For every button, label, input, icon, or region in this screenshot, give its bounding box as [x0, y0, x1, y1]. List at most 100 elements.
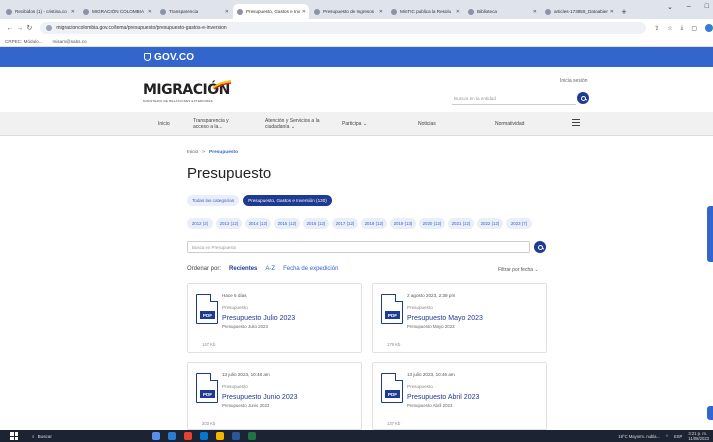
weather-status[interactable]: 19°C Mayorm. nubla...	[618, 434, 660, 439]
site-info-icon[interactable]	[46, 25, 53, 31]
browser-tab[interactable]: articles-173859_Datoabier ✕	[541, 4, 617, 19]
bookmark-star-icon[interactable]: ☆	[667, 25, 672, 32]
chrome-icon[interactable]	[183, 432, 192, 440]
close-tab-icon[interactable]: ✕	[71, 9, 75, 15]
browser-tab[interactable]: Biblioteca ✕	[464, 4, 540, 19]
edge-icon[interactable]	[199, 432, 208, 440]
sort-fecha[interactable]: Fecha de expedición	[283, 266, 338, 272]
filter-by-date-dropdown[interactable]: Filtrar por fecha ⌄	[498, 267, 539, 273]
favicon-icon	[160, 8, 166, 15]
document-card[interactable]: PDF 13 julio 2023, 10:46 am Presupuesto …	[372, 362, 547, 430]
login-link[interactable]: Inicia sesión	[560, 78, 588, 84]
card-title[interactable]: Presupuesto Abril 2023	[407, 394, 479, 401]
year-chip[interactable]: 2022 (12)	[477, 218, 503, 229]
year-chip[interactable]: 2015 (12)	[274, 218, 300, 229]
url-field[interactable]: migracioncolombia.gov.co/tema/presupuest…	[40, 22, 647, 34]
address-bar: ← → ↻ migracioncolombia.gov.co/tema/pres…	[0, 19, 713, 37]
profile-avatar[interactable]	[704, 24, 713, 32]
forward-icon[interactable]: →	[15, 25, 25, 32]
document-card[interactable]: PDF 13 julio 2023, 10:48 am Presupuesto …	[187, 362, 362, 430]
file-explorer-icon[interactable]	[215, 432, 224, 440]
close-tab-icon[interactable]: ✕	[610, 9, 614, 15]
new-tab-button[interactable]: +	[618, 4, 630, 19]
year-chip[interactable]: 2013 (12)	[216, 218, 242, 229]
year-chip[interactable]: 2018 (12)	[361, 218, 387, 229]
windows-start-icon[interactable]	[10, 432, 18, 440]
nav-item-normatividad[interactable]: Normatividad	[495, 121, 524, 127]
browser-tab[interactable]: Recibidos (1) - cristina.co ✕	[2, 4, 78, 19]
task-view-icon[interactable]	[151, 432, 160, 440]
clock[interactable]: 3:21 p. m. 11/08/2023	[688, 431, 709, 441]
main-nav: Inicio Transparencia y acceso a la... At…	[0, 112, 713, 136]
close-tab-icon[interactable]: ✕	[148, 9, 152, 15]
card-title[interactable]: Presupuesto Junio 2023	[222, 394, 298, 401]
card-title[interactable]: Presupuesto Mayo 2023	[407, 315, 483, 322]
word-icon[interactable]	[231, 432, 240, 440]
sort-recientes[interactable]: Recientes	[229, 266, 257, 272]
year-chip[interactable]: 2012 (2)	[187, 218, 213, 229]
site-search-input[interactable]: Buscar en la entidad	[452, 92, 576, 105]
year-chip[interactable]: 2020 (12)	[419, 218, 445, 229]
pdf-badge: PDF	[200, 390, 215, 398]
year-chip[interactable]: 2023 (7)	[506, 218, 532, 229]
browser-tab-strip: Recibidos (1) - cristina.co ✕ MIGRACIÓN C…	[0, 0, 713, 19]
browser-tab[interactable]: Transparencia ✕	[156, 4, 232, 19]
nav-item-noticias[interactable]: Noticias	[418, 121, 436, 127]
breadcrumb-home[interactable]: Inicio	[187, 150, 198, 155]
category-chip-all[interactable]: Todas las categorías	[187, 195, 240, 206]
favicon-icon	[545, 8, 551, 15]
bookmark-item[interactable]: misam@sabs.co	[53, 39, 87, 44]
logo-subtitle: MINISTERIO DE RELACIONES EXTERIORES	[143, 99, 213, 103]
favicon-icon	[83, 8, 89, 15]
close-tab-icon[interactable]: ✕	[379, 9, 383, 15]
year-chip[interactable]: 2017 (12)	[332, 218, 358, 229]
document-card[interactable]: PDF Hace 5 días Presupuesto Presupuesto …	[187, 283, 362, 353]
card-category: Presupuesto	[222, 305, 248, 310]
nav-item-participa[interactable]: Participa ⌄	[342, 121, 367, 127]
card-title[interactable]: Presupuesto Julio 2023	[222, 315, 295, 322]
windows-taskbar: ⌕ Buscar 19°C Mayorm. nubla... ^ ESP 3:2…	[0, 430, 713, 442]
nav-item-inicio[interactable]: Inicio	[158, 121, 170, 127]
accessibility-side-tab[interactable]	[707, 206, 713, 262]
maximize-icon[interactable]: □	[705, 3, 709, 11]
gov-logo[interactable]: GOV.CO	[144, 52, 194, 63]
close-tab-icon[interactable]: ✕	[225, 9, 229, 15]
browser-tab[interactable]: MinTIC publica la Resolu ✕	[387, 4, 463, 19]
sidebar-icon[interactable]: ▢	[691, 25, 697, 32]
hamburger-menu-icon[interactable]	[572, 119, 580, 126]
presupuesto-search-input[interactable]: Busca en Presupuesto	[187, 241, 530, 253]
tab-search-icon[interactable]: ⌄	[667, 3, 673, 11]
taskbar-search[interactable]: ⌕ Buscar	[32, 434, 52, 439]
category-filters: Todas las categorías Presupuesto, Gastos…	[187, 195, 332, 206]
minimize-icon[interactable]: –	[687, 3, 691, 11]
language-indicator[interactable]: ESP	[674, 434, 682, 439]
browser-tab-active[interactable]: Presupuesto, Gastos e Inv ✕	[233, 4, 309, 19]
category-chip-selected[interactable]: Presupuesto, Gastos e Inversión (130)	[243, 195, 332, 206]
nav-item-transparencia[interactable]: Transparencia y acceso a la...	[193, 118, 241, 130]
browser-tab[interactable]: MIGRACIÓN COLOMBIA ✕	[79, 4, 155, 19]
presupuesto-search-button[interactable]	[534, 241, 546, 253]
sort-az[interactable]: A-Z	[265, 266, 275, 272]
year-chip[interactable]: 2019 (13)	[390, 218, 416, 229]
close-tab-icon[interactable]: ✕	[302, 9, 306, 15]
browser-tab[interactable]: Presupuesto de Ingresos ✕	[310, 4, 386, 19]
document-card[interactable]: PDF 2 agosto 2023, 2:39 pm Presupuesto P…	[372, 283, 547, 353]
url-text: migracioncolombia.gov.co/tema/presupuest…	[56, 25, 227, 31]
tray-chevron-icon[interactable]: ^	[666, 434, 668, 439]
chat-side-tab[interactable]	[707, 406, 713, 420]
back-icon[interactable]: ←	[5, 25, 15, 32]
download-icon[interactable]: ⤓	[681, 25, 684, 32]
close-tab-icon[interactable]: ✕	[533, 9, 537, 15]
widgets-icon[interactable]	[167, 432, 176, 440]
year-chip[interactable]: 2016 (12)	[303, 218, 329, 229]
year-chip[interactable]: 2014 (12)	[245, 218, 271, 229]
card-subtitle: Presupuesto Junio 2023	[222, 403, 270, 408]
reload-icon[interactable]: ↻	[25, 24, 35, 32]
site-search-button[interactable]	[577, 92, 589, 104]
nav-item-atencion[interactable]: Atención y Servicios a la ciudadanía ⌄	[265, 118, 333, 130]
bookmark-item[interactable]: CRPEC: Módulo...	[5, 39, 43, 44]
share-icon[interactable]: ⇪	[654, 25, 659, 32]
close-tab-icon[interactable]: ✕	[456, 9, 460, 15]
excel-icon[interactable]	[247, 432, 256, 440]
year-chip[interactable]: 2021 (12)	[448, 218, 474, 229]
